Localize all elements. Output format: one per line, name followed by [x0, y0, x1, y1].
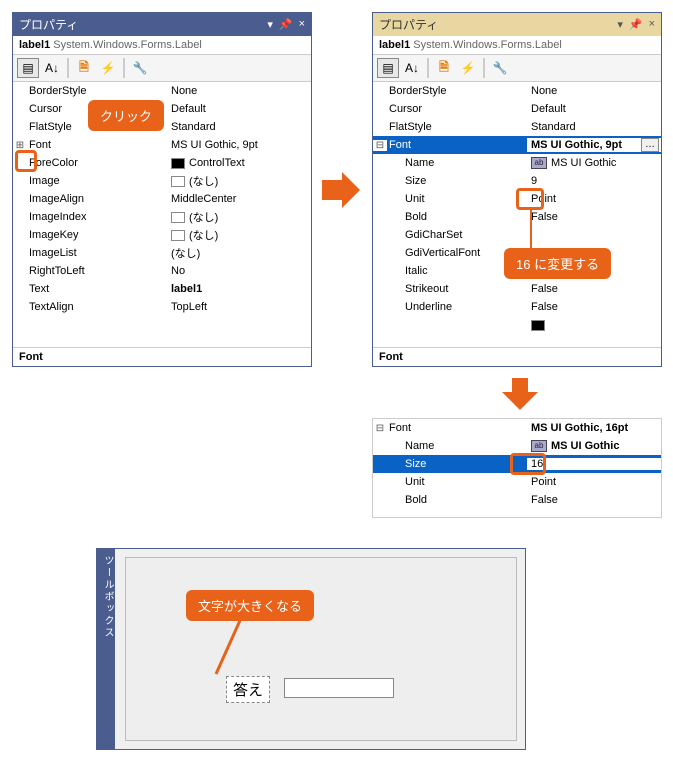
- object-selector[interactable]: label1 System.Windows.Forms.Label: [13, 36, 311, 55]
- property-grid[interactable]: ⊟FontMS UI Gothic, 16pt NameabMS UI Goth…: [373, 419, 661, 509]
- form-designer[interactable]: 答え: [125, 557, 517, 741]
- separator: [427, 58, 429, 78]
- callout-bigger: 文字が大きくなる: [186, 590, 314, 621]
- separator: [483, 58, 485, 78]
- events-button[interactable]: ⚡: [457, 58, 479, 78]
- designer-panel: ツールボックス 答え: [96, 548, 526, 750]
- font-name-icon: ab: [531, 440, 547, 452]
- callout-change16: 16 に変更する: [504, 248, 611, 279]
- callout-click: クリック: [88, 100, 164, 131]
- toolbox-tab[interactable]: ツールボックス: [97, 549, 115, 749]
- image-swatch-icon: [171, 176, 185, 187]
- color-swatch-icon: [531, 320, 545, 331]
- font-name-icon: ab: [531, 157, 547, 169]
- textbox-control[interactable]: [284, 678, 394, 698]
- panel-title: プロパティ: [19, 16, 267, 33]
- properties-panel-after: ⊟FontMS UI Gothic, 16pt NameabMS UI Goth…: [372, 418, 662, 518]
- prop-toolbar: ▤ A↓ 🗎 ⚡ 🔧: [373, 55, 661, 82]
- close-icon[interactable]: ×: [299, 18, 305, 31]
- dropdown-icon[interactable]: ▾: [617, 18, 623, 31]
- image-swatch-icon: [171, 212, 185, 223]
- object-selector[interactable]: label1 System.Windows.Forms.Label: [373, 36, 661, 55]
- pin-icon[interactable]: 📌: [629, 18, 643, 31]
- arrow-down-icon: [500, 378, 540, 412]
- separator: [123, 58, 125, 78]
- properties-panel-left: プロパティ ▾ 📌 × label1 System.Windows.Forms.…: [12, 12, 312, 367]
- alphabetical-button[interactable]: A↓: [41, 58, 63, 78]
- font-expand-icon[interactable]: ⊞: [13, 140, 27, 151]
- prop-page-button[interactable]: 🗎: [433, 58, 455, 78]
- panel-title: プロパティ: [379, 16, 617, 33]
- dropdown-icon[interactable]: ▾: [267, 18, 273, 31]
- font-collapse-icon[interactable]: ⊟: [373, 140, 387, 151]
- description-header: Font: [13, 347, 311, 366]
- prop-toolbar: ▤ A↓ 🗎 ⚡ 🔧: [13, 55, 311, 82]
- description-header: Font: [373, 347, 661, 366]
- separator: [67, 58, 69, 78]
- pin-icon[interactable]: 📌: [279, 18, 293, 31]
- arrow-right-icon: [322, 170, 362, 210]
- properties-panel-right: プロパティ ▾ 📌 × label1 System.Windows.Forms.…: [372, 12, 662, 367]
- titlebar: プロパティ ▾ 📌 ×: [373, 13, 661, 36]
- close-icon[interactable]: ×: [649, 18, 655, 31]
- property-grid[interactable]: BorderStyleNone CursorDefault FlatStyleS…: [373, 82, 661, 334]
- categorized-button[interactable]: ▤: [17, 58, 39, 78]
- titlebar: プロパティ ▾ 📌 ×: [13, 13, 311, 36]
- color-swatch-icon: [171, 158, 185, 169]
- categorized-button[interactable]: ▤: [377, 58, 399, 78]
- callout-pointer-line: [212, 616, 262, 678]
- ellipsis-button[interactable]: …: [641, 138, 659, 152]
- wrench-button[interactable]: 🔧: [489, 58, 511, 78]
- events-button[interactable]: ⚡: [97, 58, 119, 78]
- wrench-button[interactable]: 🔧: [129, 58, 151, 78]
- prop-page-button[interactable]: 🗎: [73, 58, 95, 78]
- image-swatch-icon: [171, 230, 185, 241]
- font-collapse-icon[interactable]: ⊟: [373, 423, 387, 434]
- alphabetical-button[interactable]: A↓: [401, 58, 423, 78]
- label-control[interactable]: 答え: [226, 676, 270, 703]
